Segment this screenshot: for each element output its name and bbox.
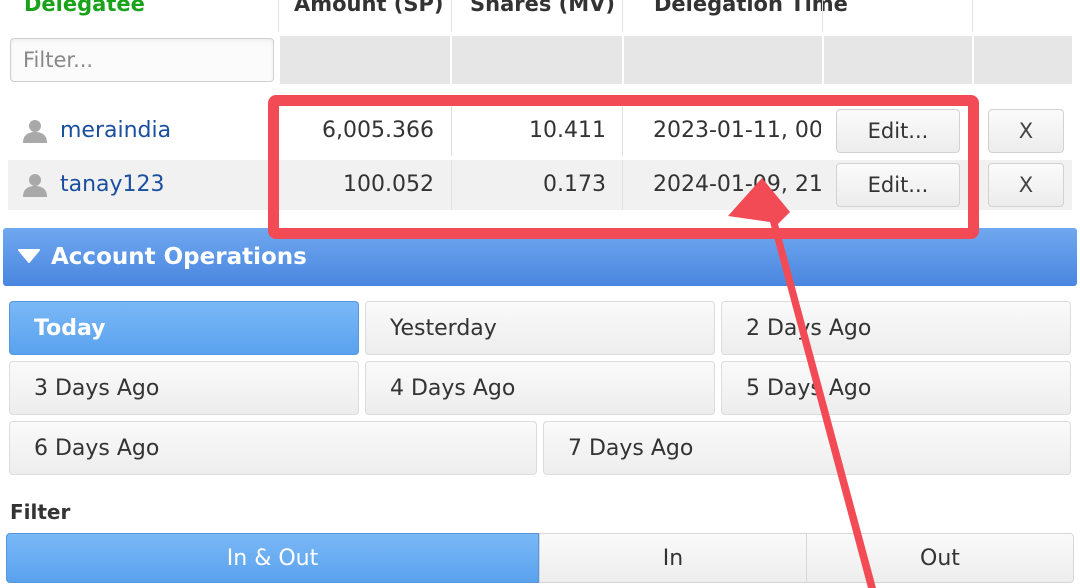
day-button-7-days-ago[interactable]: 7 Days Ago — [543, 421, 1071, 475]
amount-cell: 100.052 — [343, 172, 434, 197]
day-button-yesterday[interactable]: Yesterday — [365, 301, 715, 355]
remove-delegation-button[interactable]: X — [988, 163, 1064, 207]
header-divider — [822, 0, 823, 32]
edit-delegation-button[interactable]: Edit... — [836, 163, 960, 207]
filter-blank-cell — [974, 36, 1072, 84]
time-cell: 2023-01-11, 00: — [653, 118, 821, 143]
delegatee-name[interactable]: tanay123 — [60, 160, 272, 210]
cell-divider — [278, 160, 279, 210]
collapse-triangle-icon[interactable] — [17, 246, 41, 266]
filter-label: Filter — [10, 500, 71, 524]
cell-divider — [622, 106, 623, 156]
amount-cell: 6,005.366 — [322, 118, 434, 143]
user-icon — [23, 120, 47, 143]
delegatee-link[interactable]: tanay123 — [60, 172, 165, 197]
remove-delegation-button[interactable]: X — [988, 109, 1064, 153]
header-divider — [972, 0, 973, 32]
edit-delegation-button[interactable]: Edit... — [836, 109, 960, 153]
delegatee-name[interactable]: meraindia — [60, 106, 272, 156]
filter-in-button[interactable]: In — [539, 533, 807, 583]
filter-blank-cell — [452, 36, 622, 84]
day-button-6-days-ago[interactable]: 6 Days Ago — [9, 421, 537, 475]
account-operations-header[interactable]: Account Operations — [3, 228, 1077, 286]
account-operations-title: Account Operations — [51, 244, 307, 270]
header-delegatee[interactable]: Delegatee — [24, 0, 274, 24]
cell-divider — [278, 106, 279, 156]
filter-out-button[interactable]: Out — [806, 533, 1074, 583]
header-divider — [451, 0, 452, 32]
header-divider — [622, 0, 623, 32]
delegation-table: Delegatee Amount (SP) Shares (MV) Delega… — [8, 0, 1072, 212]
header-amount[interactable]: Amount (SP) — [294, 0, 444, 24]
filter-blank-cell — [824, 36, 972, 84]
day-button-2-days-ago[interactable]: 2 Days Ago — [721, 301, 1071, 355]
header-delegation-time[interactable]: Delegation Time — [654, 0, 854, 24]
day-button-4-days-ago[interactable]: 4 Days Ago — [365, 361, 715, 415]
user-icon — [23, 174, 47, 197]
time-cell: 2024-01-09, 21: — [653, 172, 821, 197]
table-row: meraindia 6,005.366 10.411 2023-01-11, 0… — [8, 106, 1072, 156]
header-divider — [278, 0, 279, 32]
filter-blank-cell — [280, 36, 450, 84]
day-button-3-days-ago[interactable]: 3 Days Ago — [9, 361, 359, 415]
header-shares[interactable]: Shares (MV) — [470, 0, 620, 24]
day-button-today[interactable]: Today — [9, 301, 359, 355]
filter-row — [8, 32, 1072, 88]
cell-divider — [622, 160, 623, 210]
shares-cell: 0.173 — [543, 172, 606, 197]
filter-in-and-out-button[interactable]: In & Out — [6, 533, 539, 583]
delegatee-filter-input[interactable] — [10, 38, 274, 82]
filter-blank-cell — [624, 36, 822, 84]
day-button-5-days-ago[interactable]: 5 Days Ago — [721, 361, 1071, 415]
shares-cell: 10.411 — [529, 118, 606, 143]
delegatee-link[interactable]: meraindia — [60, 118, 171, 143]
table-row: tanay123 100.052 0.173 2024-01-09, 21: E… — [8, 160, 1072, 210]
